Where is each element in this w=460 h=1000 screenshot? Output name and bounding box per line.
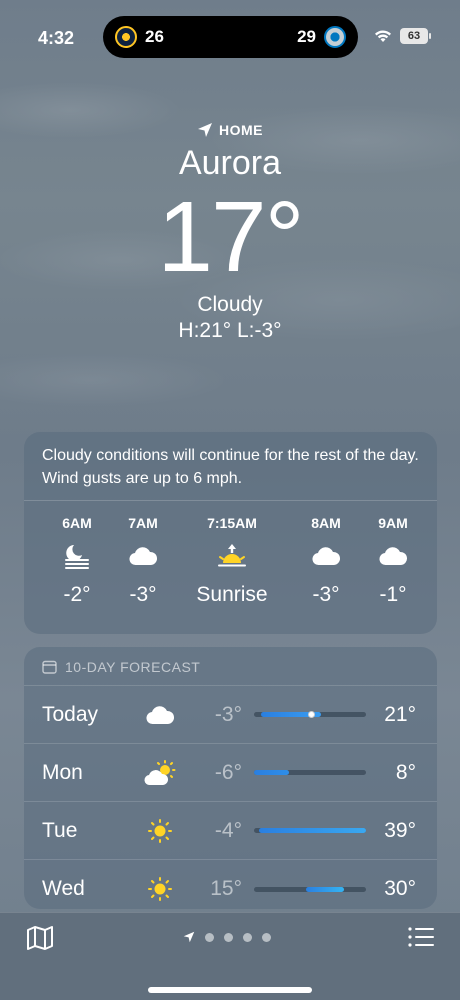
day-row-tue[interactable]: Tue -4° 39° [24,802,437,860]
hourly-scroller[interactable]: 6AM -2° 7AM -3° 7:15AM Sunrise 8AM -3° 9… [24,501,437,633]
map-icon [27,926,53,950]
team-logo-left-icon [115,26,137,48]
hour-item: 8AM -3° [288,515,364,633]
moon-fog-icon [62,535,92,577]
page-dot [243,932,252,942]
hour-temp: -3° [312,583,340,606]
cloud-icon [311,535,341,577]
temp-range-fill [254,770,289,775]
hour-temp: -1° [379,583,407,606]
page-dot [205,932,214,942]
battery-icon: 63 [400,28,431,44]
ten-day-forecast-card[interactable]: 10-DAY FORECAST Today -3° 21° Mon -6° 8°… [24,647,437,909]
hour-time: 9AM [378,515,408,531]
battery-level: 63 [407,30,421,42]
status-indicators: 63 [374,28,431,44]
cloud-icon [134,705,186,725]
day-row-today[interactable]: Today -3° 21° [24,686,437,744]
sunrise-icon [216,535,248,577]
score-left: 26 [145,27,164,46]
score-right: 29 [297,27,316,46]
hour-time: 7:15AM [207,515,257,531]
day-row-mon[interactable]: Mon -6° 8° [24,744,437,802]
day-name: Mon [42,760,83,784]
list-icon [408,927,434,947]
day-high: 39° [384,818,416,842]
page-dot [262,932,271,942]
day-low: -4° [214,818,242,842]
hour-item: 7:15AM Sunrise [176,515,288,633]
cloud-icon [378,535,408,577]
hour-item: 7AM -3° [110,515,176,633]
calendar-icon [42,660,57,674]
current-temperature: 17° [157,181,304,293]
page-dot [224,932,233,942]
day-name: Today [42,702,99,726]
day-low: 15° [210,877,242,900]
live-activity-island[interactable]: 26 29 [103,16,358,58]
hour-item: 9AM -1° [364,515,422,633]
hour-time: 6AM [62,515,92,531]
day-low: -6° [214,760,242,784]
home-indicator[interactable] [148,987,312,993]
day-low: -3° [214,702,242,726]
page-indicator[interactable] [183,931,271,943]
temp-range-bar [254,711,366,718]
wifi-icon [375,30,391,42]
forecast-summary: Cloudy conditions will continue for the … [24,432,437,501]
temp-range-fill [306,886,344,892]
hour-temp: -3° [129,583,157,606]
partly-sunny-icon [134,759,186,786]
location-label: HOME [219,122,263,138]
high-low: H:21° L:-3° [178,319,282,342]
location-row: HOME [0,122,460,138]
team-logo-right-icon [324,26,346,48]
current-location-icon [183,931,195,943]
ten-day-header: 10-DAY FORECAST [24,647,437,686]
map-button[interactable] [26,925,54,956]
cloud-icon [128,535,158,577]
ten-day-heading: 10-DAY FORECAST [65,659,201,675]
current-condition: Cloudy [197,293,263,316]
hour-time: 7AM [128,515,158,531]
hour-temp: -2° [63,583,91,606]
day-high: 8° [395,760,416,784]
locations-list-button[interactable] [408,927,434,952]
bottom-toolbar [0,912,460,1000]
temp-range-bar [254,770,366,775]
day-high: 21° [384,702,416,726]
team-right: 29 [297,26,346,48]
temp-range-bar [254,828,366,833]
current-weather: HOME Aurora 17° Cloudy H:21° L:-3° [0,122,460,343]
temp-range-bar [254,886,366,892]
day-row-wed[interactable]: Wed 15° 30° [24,860,437,909]
day-name: Wed [42,877,85,900]
hour-item: 6AM -2° [44,515,110,633]
status-time: 4:32 [38,28,75,48]
sun-icon [134,876,186,902]
day-name: Tue [42,818,78,842]
city-name: Aurora [178,144,282,182]
hour-temp: Sunrise [196,583,268,606]
location-arrow-icon [198,123,212,137]
day-high: 30° [384,877,416,900]
sun-icon [134,818,186,844]
temp-range-fill [258,828,366,833]
team-left: 26 [115,26,164,48]
hour-time: 8AM [311,515,341,531]
hourly-forecast-card[interactable]: Cloudy conditions will continue for the … [24,432,437,634]
